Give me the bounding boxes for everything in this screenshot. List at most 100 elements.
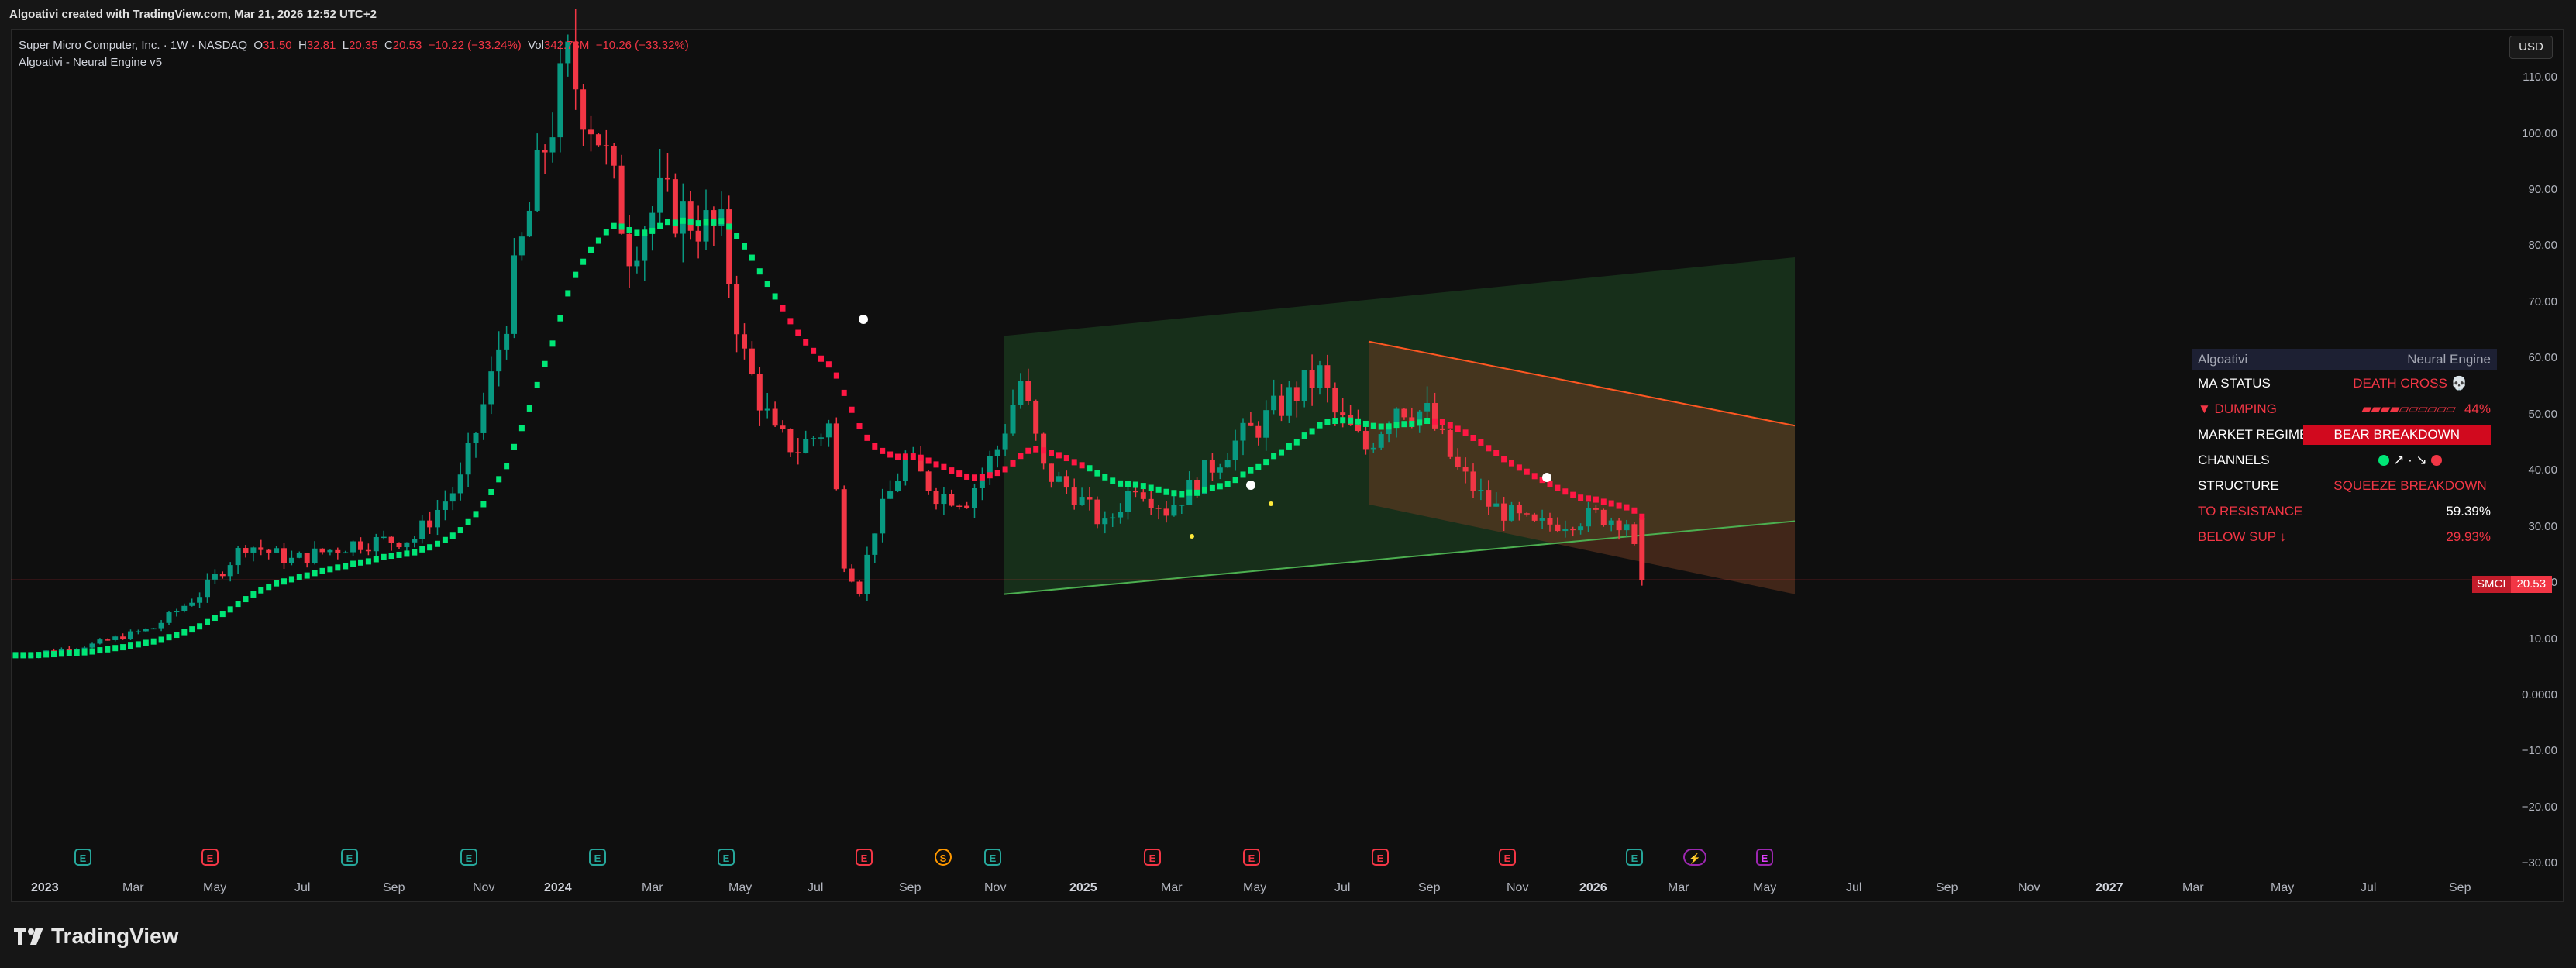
earnings-event-icon[interactable]: E — [1243, 849, 1260, 866]
ma-segment — [1248, 467, 1254, 474]
candle-body — [1378, 434, 1384, 448]
candle-body — [526, 210, 532, 237]
ma-segment — [1524, 468, 1530, 475]
candle-body — [742, 334, 747, 349]
candle-body — [756, 374, 763, 411]
candle-body — [856, 581, 863, 594]
candle-body — [150, 628, 157, 630]
ma-segment — [933, 461, 939, 468]
ma-segment — [1163, 488, 1169, 495]
ma-segment — [1025, 447, 1031, 454]
ma-segment — [1417, 419, 1423, 426]
ma-segment — [1378, 423, 1384, 430]
ma-segment — [956, 470, 963, 477]
ma-segment — [288, 576, 294, 583]
x-tick-label: May — [728, 881, 752, 894]
candle-body — [956, 505, 963, 508]
candle-body — [212, 574, 218, 580]
special-event-icon[interactable]: ⚡ — [1683, 849, 1706, 866]
candle-body — [772, 408, 778, 426]
ma-segment — [734, 233, 740, 239]
x-tick-label: Jul — [1846, 881, 1862, 894]
ma-segment — [549, 340, 556, 347]
x-tick-label: Mar — [642, 881, 663, 894]
ma-segment — [987, 472, 993, 479]
ma-segment — [250, 591, 257, 598]
candle-body — [1639, 518, 1645, 580]
candle-body — [1087, 497, 1093, 500]
ma-segment — [573, 271, 579, 278]
earnings-event-icon[interactable]: E — [589, 849, 606, 866]
candle-body — [120, 636, 126, 639]
candle-body — [1432, 403, 1438, 429]
earnings-event-icon[interactable]: E — [74, 849, 91, 866]
price-chart[interactable] — [0, 0, 2576, 968]
earnings-event-icon[interactable]: E — [1499, 849, 1516, 866]
ma-segment — [1562, 488, 1569, 495]
indicator-name[interactable]: Algoativi - Neural Engine v5 — [19, 56, 162, 69]
ma-segment — [718, 218, 725, 225]
candle-body — [1079, 497, 1085, 505]
earnings-event-icon[interactable]: E — [856, 849, 873, 866]
earnings-event-icon[interactable]: E — [1626, 849, 1643, 866]
ma-segment — [1600, 498, 1607, 505]
ma-segment — [1478, 439, 1484, 446]
candle-body — [787, 429, 794, 453]
candle-body — [687, 201, 694, 231]
ma-segment — [396, 551, 402, 558]
earnings-event-icon[interactable]: E — [201, 849, 219, 866]
split-event-icon[interactable]: S — [935, 849, 952, 866]
ma-segment — [1531, 473, 1538, 480]
candle-body — [1624, 524, 1630, 531]
candle-body — [987, 456, 993, 475]
candle-body — [327, 549, 333, 553]
ma-segment — [1509, 460, 1514, 467]
indicator-legend[interactable]: Algoativi - Neural Engine v5 — [19, 56, 162, 69]
channel-layer — [11, 257, 2508, 595]
earnings-event-icon[interactable]: E — [1756, 849, 1773, 866]
candle-body — [1439, 428, 1445, 430]
ma-segment — [281, 578, 287, 585]
symbol-line[interactable]: Super Micro Computer, Inc. · 1W · NASDAQ — [19, 39, 247, 52]
candle-body — [1447, 429, 1453, 457]
candle-body — [1271, 395, 1277, 411]
earnings-event-icon[interactable]: E — [341, 849, 358, 866]
ma-segment — [1279, 449, 1284, 456]
candle-body — [1424, 403, 1431, 412]
ma-segment — [1555, 484, 1561, 491]
candle-body — [603, 145, 609, 146]
candle-body — [1616, 520, 1622, 531]
candle-body — [266, 549, 272, 553]
y-tick-label: −20.00 — [2521, 800, 2557, 814]
candle-body — [1317, 365, 1323, 388]
tradingview-logo[interactable]: TradingView — [14, 924, 178, 949]
ma-segment — [672, 219, 678, 226]
candle-body — [634, 260, 640, 267]
earnings-event-icon[interactable]: E — [1144, 849, 1161, 866]
candle-body — [1255, 425, 1262, 438]
earnings-event-icon[interactable]: E — [984, 849, 1001, 866]
ma-segment — [1271, 453, 1277, 460]
ma-segment — [1148, 484, 1154, 491]
ma-segment — [1125, 481, 1131, 487]
ma-segment — [665, 219, 670, 226]
x-tick-label: May — [1243, 881, 1267, 894]
candle-body — [1547, 518, 1553, 525]
ma-segment — [1432, 418, 1438, 425]
ma-segment — [634, 229, 640, 236]
ma-segment — [1393, 422, 1400, 429]
currency-button[interactable]: USD — [2509, 36, 2553, 59]
candle-body — [1209, 460, 1215, 473]
ma-segment — [949, 467, 955, 474]
open-label: O — [253, 39, 263, 52]
ma-segment — [526, 405, 532, 412]
resistance-label: TO RESISTANCE — [2198, 503, 2303, 518]
earnings-event-icon[interactable]: E — [460, 849, 477, 866]
candle-body — [449, 493, 456, 502]
symbol-legend[interactable]: Super Micro Computer, Inc. · 1W · NASDAQ… — [19, 39, 689, 52]
candle-body — [887, 491, 894, 499]
earnings-event-icon[interactable]: E — [718, 849, 735, 866]
candle-body — [1332, 387, 1338, 413]
ma-segment — [174, 632, 180, 639]
earnings-event-icon[interactable]: E — [1372, 849, 1389, 866]
